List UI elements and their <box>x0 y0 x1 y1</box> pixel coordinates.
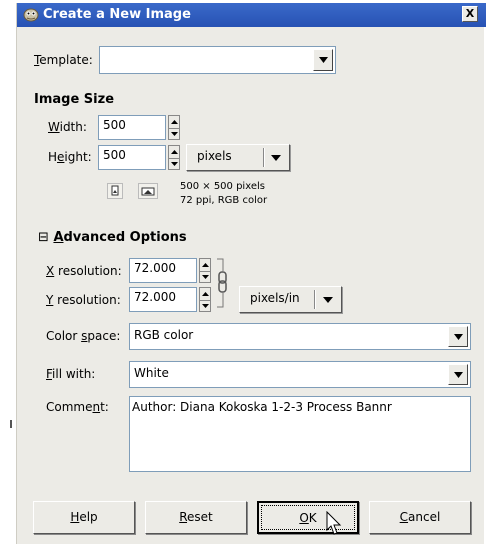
landscape-icon[interactable] <box>138 183 158 199</box>
color-space-value: RGB color <box>134 328 194 342</box>
x-resolution-spinner[interactable] <box>199 258 211 283</box>
create-new-image-dialog: Create a New Image X Template: Image Siz… <box>16 3 486 544</box>
color-space-combo[interactable]: RGB color <box>129 323 471 350</box>
spin-up-icon[interactable] <box>200 259 210 271</box>
dropdown-arrow-icon <box>454 371 463 378</box>
image-size-info: 500 × 500 pixels 72 ppi, RGB color <box>180 180 267 208</box>
advanced-options-toggle[interactable]: ⊟ Advanced Options <box>38 230 187 245</box>
y-resolution-label: Y resolution: <box>46 293 121 307</box>
spin-up-icon[interactable] <box>169 146 179 158</box>
ok-button[interactable]: OK <box>257 501 359 534</box>
image-size-heading: Image Size <box>34 92 115 107</box>
title-bar[interactable]: Create a New Image X <box>17 3 486 27</box>
comment-label: Comment: <box>46 400 109 414</box>
dropdown-arrow-icon <box>454 333 463 340</box>
color-space-dropdown-button[interactable] <box>448 326 468 347</box>
template-label: Template: <box>34 53 93 67</box>
fill-with-label: Fill with: <box>46 367 96 381</box>
width-input[interactable]: 500 <box>98 115 166 140</box>
fill-with-value: White <box>134 366 169 380</box>
fill-with-dropdown-button[interactable] <box>448 364 468 385</box>
spin-down-icon[interactable] <box>169 127 179 140</box>
close-icon[interactable]: X <box>462 6 478 22</box>
spin-up-icon[interactable] <box>200 288 210 300</box>
height-label: Height: <box>48 150 92 164</box>
image-size-info-line1: 500 × 500 pixels <box>180 181 265 192</box>
image-size-info-line2: 72 ppi, RGB color <box>180 195 268 206</box>
background-window-edge <box>0 0 16 544</box>
background-mark <box>10 420 12 428</box>
size-unit-select[interactable]: pixels <box>186 144 290 171</box>
resolution-unit-select[interactable]: pixels/in <box>239 286 342 313</box>
comment-textarea[interactable]: Author: Diana Kokoska 1-2-3 Process Bann… <box>129 396 471 472</box>
height-spinner[interactable] <box>168 145 180 170</box>
gimp-logo-icon <box>23 7 39 22</box>
resolution-unit-value: pixels/in <box>250 291 300 305</box>
dropdown-arrow-icon <box>271 154 281 161</box>
height-input[interactable]: 500 <box>98 145 166 170</box>
width-label: Width: <box>48 120 87 134</box>
window-title: Create a New Image <box>43 7 191 22</box>
cancel-button[interactable]: Cancel <box>369 501 471 534</box>
template-combo[interactable] <box>99 46 336 74</box>
color-space-label: Color space: <box>46 329 121 343</box>
portrait-icon[interactable] <box>107 183 123 199</box>
mouse-cursor-icon <box>326 510 342 537</box>
dropdown-arrow-icon <box>319 57 328 63</box>
x-resolution-label: X resolution: <box>46 264 122 278</box>
chain-link-icon[interactable] <box>215 255 231 315</box>
collapse-icon: ⊟ <box>38 230 49 245</box>
template-dropdown-button[interactable] <box>313 49 333 71</box>
width-spinner[interactable] <box>168 115 180 140</box>
reset-button[interactable]: Reset <box>145 501 247 534</box>
y-resolution-input[interactable]: 72.000 <box>129 287 197 312</box>
spin-down-icon[interactable] <box>169 157 179 170</box>
fill-with-combo[interactable]: White <box>129 361 471 388</box>
spin-down-icon[interactable] <box>200 270 210 283</box>
y-resolution-spinner[interactable] <box>199 287 211 312</box>
spin-down-icon[interactable] <box>200 299 210 312</box>
size-unit-value: pixels <box>197 149 232 163</box>
dropdown-arrow-icon <box>323 296 333 303</box>
help-button[interactable]: Help <box>33 501 135 534</box>
spin-up-icon[interactable] <box>169 116 179 128</box>
x-resolution-input[interactable]: 72.000 <box>129 258 197 283</box>
